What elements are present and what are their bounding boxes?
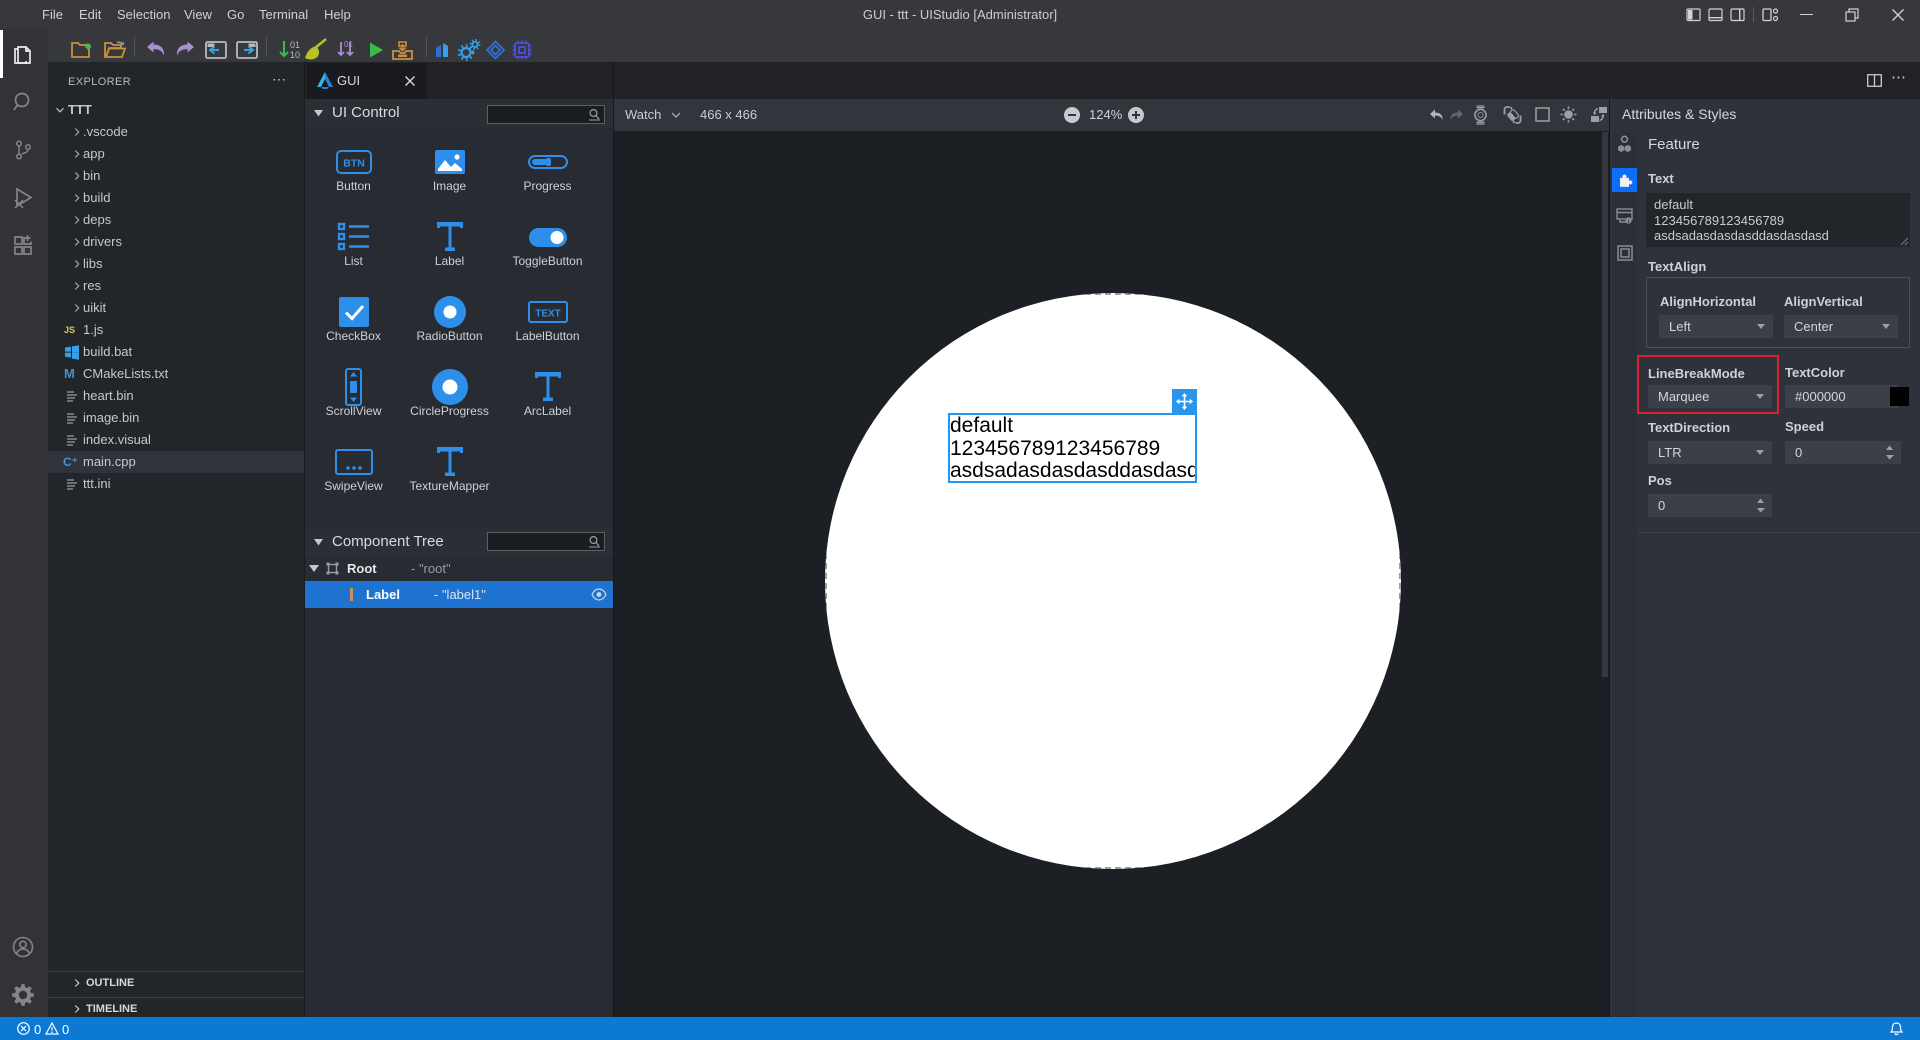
svg-text:BTN: BTN xyxy=(343,158,365,170)
svg-text:TEXT: TEXT xyxy=(535,309,561,320)
svg-text:01: 01 xyxy=(290,40,300,50)
svg-text:10: 10 xyxy=(290,50,300,60)
svg-text:01: 01 xyxy=(344,40,353,49)
